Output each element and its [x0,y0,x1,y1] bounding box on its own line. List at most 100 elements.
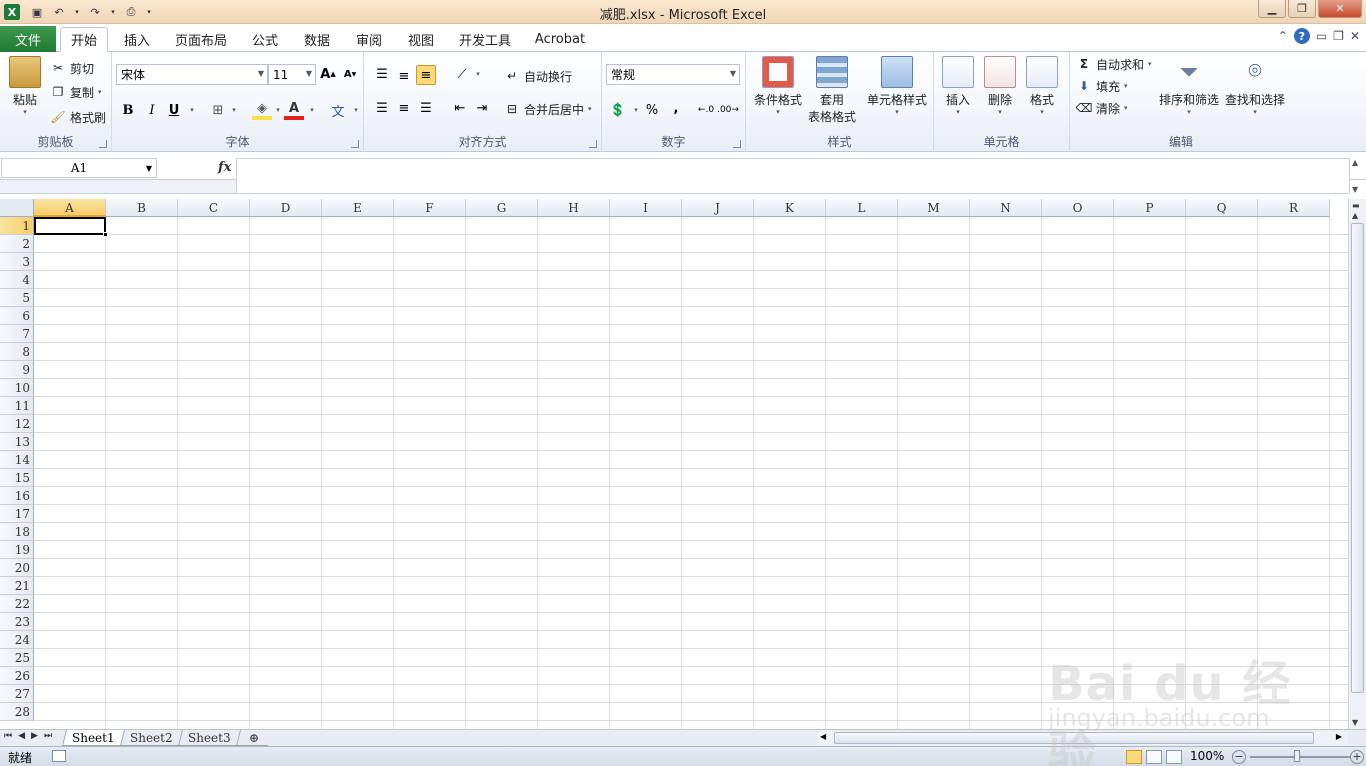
row-header-16[interactable]: 16 [0,487,34,505]
align-left-icon[interactable]: ☰ [372,98,392,118]
row-header-20[interactable]: 20 [0,559,34,577]
normal-view-icon[interactable] [1126,750,1142,764]
clear-button[interactable]: ⌫ 清除 ▾ [1076,98,1128,118]
paste-button[interactable]: 粘贴 ▾ [6,56,44,116]
increase-indent-icon[interactable]: ⇥ [472,98,492,118]
number-format-combo[interactable]: 常规 ▼ [606,64,740,85]
doc-close-icon[interactable]: ✕ [1350,29,1360,43]
column-header-n[interactable]: N [970,199,1042,217]
row-header-13[interactable]: 13 [0,433,34,451]
doc-restore-icon[interactable]: ❐ [1333,29,1344,43]
column-header-e[interactable]: E [322,199,394,217]
zoom-slider-knob[interactable] [1294,750,1300,762]
vertical-scroll-thumb[interactable] [1351,223,1364,693]
name-box-dropdown-icon[interactable]: ▼ [146,160,152,178]
tab-insert[interactable]: 插入 [116,27,158,52]
font-size-combo[interactable]: 11 ▼ [268,64,316,85]
tab-file[interactable]: 文件 [0,26,56,52]
column-header-f[interactable]: F [394,199,466,217]
cell-styles-button[interactable]: 单元格样式 ▾ [866,56,928,116]
page-break-view-icon[interactable] [1166,750,1182,764]
page-layout-view-icon[interactable] [1146,750,1162,764]
prev-sheet-icon[interactable]: ◀ [18,731,25,741]
merge-dropdown-icon[interactable]: ▾ [588,105,592,113]
format-cells-dropdown-icon[interactable]: ▾ [1040,108,1044,116]
column-header-o[interactable]: O [1042,199,1114,217]
column-header-d[interactable]: D [250,199,322,217]
copy-button[interactable]: ❐ 复制 ▾ [50,82,102,102]
help-icon[interactable]: ? [1293,28,1310,44]
fill-handle[interactable] [103,232,108,237]
last-sheet-icon[interactable]: ⏭ [44,731,52,741]
column-header-q[interactable]: Q [1186,199,1258,217]
formula-scroll-down-icon[interactable]: ▼ [1352,185,1364,194]
row-header-25[interactable]: 25 [0,649,34,667]
tab-data[interactable]: 数据 [296,27,338,52]
row-header-15[interactable]: 15 [0,469,34,487]
row-header-6[interactable]: 6 [0,307,34,325]
row-header-28[interactable]: 28 [0,703,34,721]
number-format-dropdown-icon[interactable]: ▼ [730,69,736,78]
row-header-5[interactable]: 5 [0,289,34,307]
borders-dropdown-icon[interactable]: ▾ [224,100,244,120]
wrap-text-button[interactable]: ↵ 自动换行 [504,66,572,86]
restore-button[interactable]: ❐ [1288,0,1316,18]
row-header-14[interactable]: 14 [0,451,34,469]
delete-cells-dropdown-icon[interactable]: ▾ [998,108,1002,116]
italic-button[interactable]: I [142,100,162,120]
tab-acrobat[interactable]: Acrobat [530,27,590,52]
increase-decimal-icon[interactable]: ←.0 [696,100,716,120]
paste-dropdown-icon[interactable]: ▾ [23,108,27,116]
align-top-icon[interactable]: ☰ [372,64,392,84]
first-sheet-icon[interactable]: ⏮ [4,731,12,741]
macro-record-icon[interactable] [52,750,66,762]
merge-center-button[interactable]: ⊟ 合并后居中 ▾ [504,99,592,119]
scroll-up-icon[interactable]: ▲ [1352,211,1358,220]
column-header-a[interactable]: A [34,199,106,217]
column-header-l[interactable]: L [826,199,898,217]
formula-input[interactable] [236,158,1350,194]
vertical-scrollbar[interactable]: ▬ ▲ ▼ [1348,199,1366,729]
insert-sheet-button[interactable]: ⊕ [236,730,272,746]
column-header-i[interactable]: I [610,199,682,217]
accounting-format-icon[interactable]: 💲 [608,100,628,120]
row-header-10[interactable]: 10 [0,379,34,397]
select-all-corner[interactable] [0,199,34,217]
row-header-26[interactable]: 26 [0,667,34,685]
orientation-dropdown-icon[interactable]: ▾ [468,64,488,84]
row-header-4[interactable]: 4 [0,271,34,289]
row-header-3[interactable]: 3 [0,253,34,271]
format-painter-button[interactable]: 🖌 格式刷 [50,107,106,127]
insert-cells-dropdown-icon[interactable]: ▾ [956,108,960,116]
insert-function-icon[interactable]: fx [218,160,231,175]
zoom-in-icon[interactable]: + [1350,750,1364,764]
row-header-18[interactable]: 18 [0,523,34,541]
scroll-left-icon[interactable]: ◀ [820,732,826,741]
row-header-11[interactable]: 11 [0,397,34,415]
insert-cells-button[interactable]: 插入 ▾ [940,56,976,116]
horizontal-scrollbar[interactable]: ◀ ▶ [818,731,1348,745]
cell-styles-dropdown-icon[interactable]: ▾ [895,108,899,116]
conditional-formatting-button[interactable]: 条件格式 ▾ [750,56,806,116]
worksheet-grid[interactable]: ABCDEFGHIJKLMNOPQR 1 2 3 4 5 6 7 8 9 10 11 12 13 14 15… [0,199,1348,729]
row-header-27[interactable]: 27 [0,685,34,703]
tab-formulas[interactable]: 公式 [244,27,286,52]
copy-dropdown-icon[interactable]: ▾ [98,88,102,96]
minimize-ribbon-icon[interactable]: ⌃ [1278,29,1288,43]
row-header-7[interactable]: 7 [0,325,34,343]
decrease-decimal-icon[interactable]: .00→ [717,100,739,120]
column-header-m[interactable]: M [898,199,970,217]
column-header-k[interactable]: K [754,199,826,217]
conditional-dropdown-icon[interactable]: ▾ [776,108,780,116]
autosum-dropdown-icon[interactable]: ▾ [1148,60,1152,68]
column-header-g[interactable]: G [466,199,538,217]
comma-style-button[interactable]: , [666,98,686,118]
tab-home[interactable]: 开始 [60,27,108,52]
tab-page-layout[interactable]: 页面布局 [170,27,232,52]
phonetic-dropdown-icon[interactable]: ▾ [346,100,366,120]
sort-filter-button[interactable]: ⏷ 排序和筛选 ▾ [1158,56,1220,116]
row-header-8[interactable]: 8 [0,343,34,361]
column-header-r[interactable]: R [1258,199,1330,217]
fill-button[interactable]: ⬇ 填充 ▾ [1076,76,1128,96]
row-header-24[interactable]: 24 [0,631,34,649]
